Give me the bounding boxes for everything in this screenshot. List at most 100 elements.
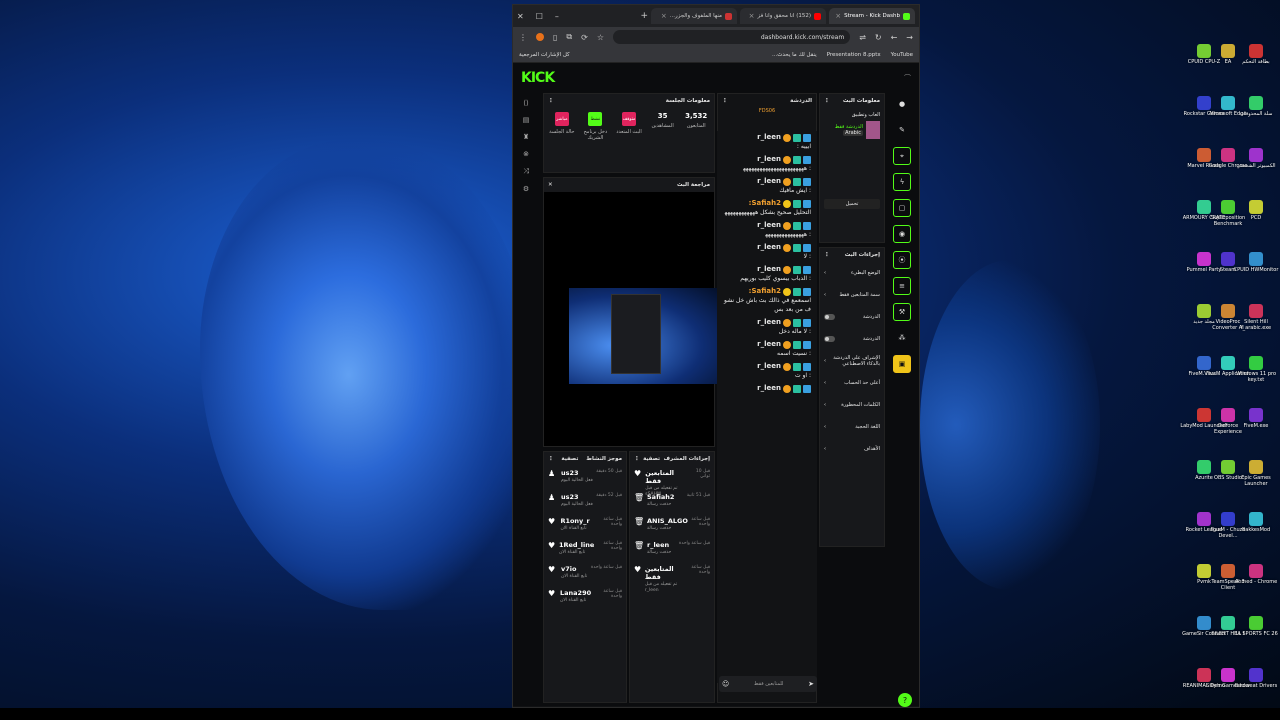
chat-message[interactable]: r_leen: ﻫﻬﻬﻬﻬﻬﻬﻬﻬﻬﻬﻬﻬﻬﻬ — [717, 219, 817, 241]
tune-icon[interactable]: ⇌ — [859, 33, 866, 42]
send-icon[interactable]: ➤ — [808, 680, 814, 688]
more-icon[interactable]: ⋮ — [722, 98, 728, 104]
item-name[interactable]: 1Red_line — [559, 541, 594, 549]
desktop-icon[interactable]: REANIMAL Demo — [1180, 668, 1228, 689]
minimize-icon[interactable]: – — [555, 12, 559, 21]
extensions-icon[interactable]: ⧉ — [566, 32, 572, 42]
chat-message[interactable]: Safiah2: التحليل صحيح بشكل ﻫﻬﻬﻬﻬﻬﻬﻬﻬﻬﻬﻬ — [717, 197, 817, 219]
item-name[interactable]: المتابعين فقط — [645, 469, 674, 485]
close-window-icon[interactable]: ✕ — [517, 12, 524, 21]
chat-message[interactable]: r_leen: او ت — [717, 360, 817, 382]
bookmark-x[interactable]: ينقل لك ما يحدث... — [772, 52, 817, 58]
clapper-icon[interactable]: ▣ — [893, 355, 911, 373]
list-item[interactable]: ♥ المتابعين فقط تم تفعيله من قبل r_leen قبل… — [630, 562, 714, 593]
tab-youtube[interactable]: (152) انا محقق وانا فز × — [740, 8, 826, 24]
chat-message[interactable]: r_leen: نسيت اسمه — [717, 338, 817, 360]
chat-username[interactable]: r_leen — [757, 243, 781, 252]
nodes-icon[interactable]: ⁂ — [893, 329, 911, 347]
chat-username[interactable]: r_leen — [757, 265, 781, 274]
stat-session-state[interactable]: مباشر حالة الجلسة — [548, 112, 576, 141]
action-row[interactable]: الوضع البطيء › — [820, 262, 884, 284]
note-icon[interactable]: ▢ — [893, 199, 911, 217]
list-item[interactable]: ♥ v7io تابع القناة الان قبل ساعة واحدة — [544, 562, 626, 586]
desktop-icon[interactable]: LabyMod Launcher — [1180, 408, 1228, 429]
shuffle-icon[interactable]: ⤨ — [523, 167, 529, 176]
item-name[interactable]: v7io — [561, 565, 576, 573]
new-tab-icon[interactable]: + — [640, 11, 648, 21]
desktop-icon[interactable]: FiveM.Visu... — [1180, 356, 1228, 377]
chat-username[interactable]: r_leen — [757, 362, 781, 371]
stat-multistream[interactable]: متوقف البث المتعدد — [615, 112, 643, 141]
action-row[interactable]: سمة المتابعين فقط › — [820, 284, 884, 306]
item-name[interactable]: ANIS_ALGO — [647, 517, 688, 525]
chat-username[interactable]: r_leen — [757, 340, 781, 349]
kick-logo[interactable]: KICK — [521, 70, 555, 86]
desktop-icon[interactable]: Marvel Rivals — [1180, 148, 1228, 169]
chat-input[interactable]: ☺ للمتابعين فقط ➤ — [719, 676, 817, 692]
action-row[interactable]: الأهداف › — [820, 438, 884, 460]
chat-username[interactable]: r_leen — [757, 318, 781, 327]
list-item[interactable]: ♥ Lana290 تابع القناة الان قبل ساعة واحدة — [544, 586, 626, 610]
close-tab-icon[interactable]: × — [749, 12, 755, 20]
chat-message[interactable]: r_leen: ﻫﻬﻬﻬﻬﻬﻬﻬﻬﻬﻬﻬﻬﻬﻬﻬﻬﻬﻬﻬﻬﻬﻬ — [717, 153, 817, 175]
maximize-icon[interactable]: ☐ — [536, 12, 543, 21]
desktop-icon[interactable]: Rockstar Games — [1180, 96, 1228, 117]
action-row[interactable]: الدردشة — [820, 306, 884, 328]
desktop-icon[interactable]: Azurite — [1180, 460, 1228, 481]
activity-filter[interactable]: تصفية — [561, 456, 578, 462]
chat-messages[interactable]: r_leen ابييه : r_leen: ﻫﻬﻬﻬﻬﻬﻬﻬﻬﻬﻬﻬﻬﻬﻬﻬﻬﻬﻬ… — [717, 131, 817, 683]
pinned-user[interactable]: FDS06 — [718, 108, 816, 114]
chat-username[interactable]: Safiah2: — [749, 199, 781, 208]
chat-message[interactable]: r_leen ابييه : — [717, 131, 817, 153]
close-tab-icon[interactable]: × — [835, 12, 841, 20]
tab-article[interactable]: منها الملفوف والجزر... × — [651, 8, 737, 24]
chat-message[interactable]: r_leen: لا — [717, 241, 817, 263]
chat-message[interactable]: r_leen: الدباب بيسوي كليب بوريهم — [717, 263, 817, 285]
chat-message[interactable]: Safiah2: اسمعمع في ذالك بث باش خل نشوف من… — [717, 285, 817, 316]
action-row[interactable]: الكلمات المحظورة › — [820, 394, 884, 416]
collapse-icon[interactable]: ⌒ — [904, 73, 911, 83]
chat-message[interactable]: r_leen — [717, 382, 817, 395]
menu-icon[interactable]: ⋮ — [519, 33, 527, 42]
close-icon[interactable]: ✕ — [548, 182, 553, 188]
eye-icon[interactable]: ● — [893, 95, 911, 113]
code-icon[interactable]: ⟨⟩ — [523, 99, 528, 107]
item-name[interactable]: r_leen — [647, 541, 669, 549]
bookmark-presentation[interactable]: Presentation 8.pptx — [827, 52, 881, 58]
item-name[interactable]: us23 — [561, 493, 579, 501]
desktop-icon[interactable]: مجلد جديد — [1180, 304, 1228, 325]
back-icon[interactable]: ← — [891, 33, 898, 42]
desktop-icon[interactable]: ARMOURY CRATE — [1180, 200, 1228, 221]
help-icon[interactable]: ? — [898, 693, 912, 707]
broadcast-icon[interactable]: ⦿ — [893, 251, 911, 269]
trophy-icon[interactable]: ♜ — [523, 133, 529, 141]
sidebar-icon[interactable]: ▯ — [553, 33, 557, 42]
more-icon[interactable]: ⋮ — [824, 98, 830, 104]
toggle-switch[interactable] — [824, 314, 835, 320]
list-item[interactable]: 🗑 ANIS_ALGO حذفت رسالة قبل ساعة واحدة — [630, 514, 714, 538]
item-name[interactable]: Lana290 — [560, 589, 591, 597]
stat-partner-income[interactable]: نشط دخل برنامج الشريك — [582, 112, 610, 141]
bookmark-star-icon[interactable]: ☆ — [597, 33, 604, 42]
more-icon[interactable]: ⋮ — [548, 456, 554, 462]
list-item[interactable]: ♟ us23 فعل الحالية اليوم قبل 52 دقيقة — [544, 490, 626, 514]
toggle-switch[interactable] — [824, 336, 835, 342]
desktop-icon[interactable]: CPUID CPU-Z — [1180, 44, 1228, 65]
close-tab-icon[interactable]: × — [661, 12, 667, 20]
item-name[interactable]: us23 — [561, 469, 579, 477]
chat-message[interactable]: r_leen: ايش مافيك — [717, 175, 817, 197]
pencil-icon[interactable]: ✎ — [893, 121, 911, 139]
edit-button[interactable]: تحميل — [824, 199, 880, 209]
list-item[interactable]: ♥ R1ony_r تابع القناة الان قبل ساعة واحدة — [544, 514, 626, 538]
target-icon[interactable]: ⊗ — [523, 150, 529, 158]
forward-icon[interactable]: → — [906, 33, 913, 42]
chat-username[interactable]: r_leen — [757, 155, 781, 164]
desktop-icon[interactable]: Rocket League — [1180, 512, 1228, 533]
chat-bubble-icon[interactable]: ◉ — [893, 225, 911, 243]
action-row[interactable]: أعلى حد الحساب › — [820, 372, 884, 394]
chat-username[interactable]: Safiah2: — [749, 287, 781, 296]
action-row[interactable]: الدردشة — [820, 328, 884, 350]
layers-icon[interactable]: ≡ — [893, 277, 911, 295]
chat-username[interactable]: r_leen — [757, 133, 781, 142]
desktop-icon[interactable]: GameSir Connect — [1180, 616, 1228, 637]
